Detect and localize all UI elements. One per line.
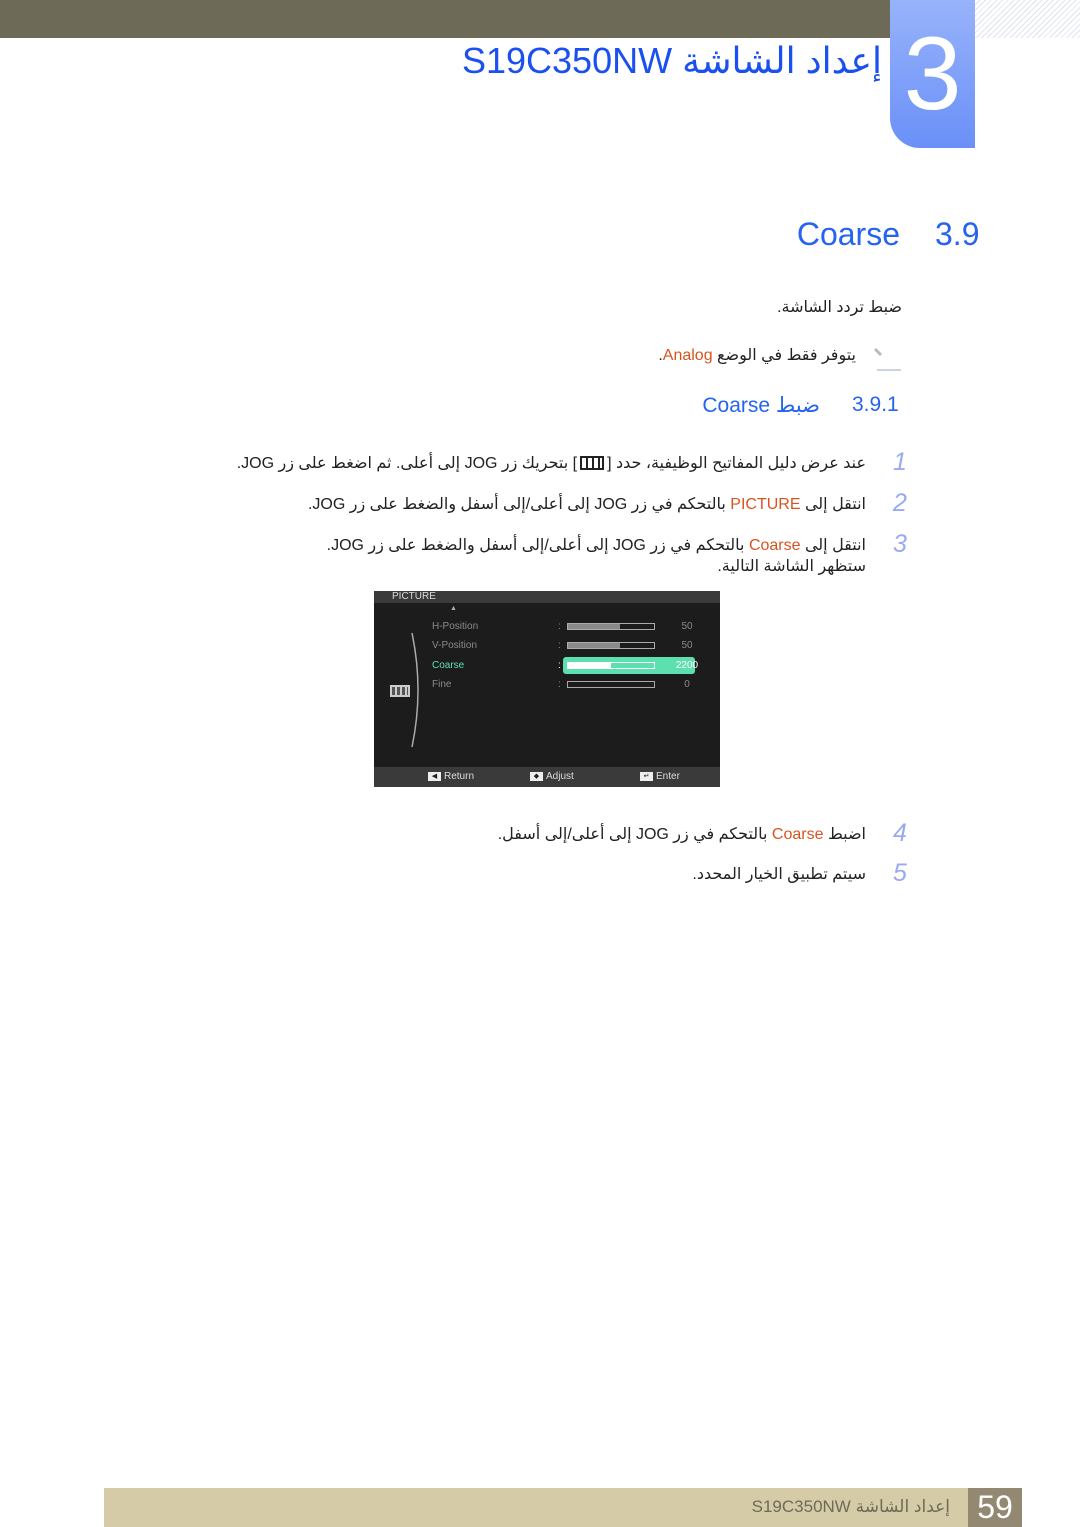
osd-label: Fine <box>432 679 452 690</box>
chapter-number: 3 <box>890 0 975 148</box>
osd-row-coarse: Coarse:2200 <box>432 657 702 675</box>
step-4: اضبط Coarse بالتحكم في زر JOG إلى أعلى/إ… <box>498 824 866 844</box>
osd-title: PICTURE <box>374 591 720 603</box>
picture-menu-icon <box>580 456 605 470</box>
osd-slider <box>567 623 655 630</box>
page-number: 59 <box>968 1488 1022 1527</box>
scroll-up-icon: ▲ <box>450 605 457 612</box>
header-hatch <box>975 0 1080 38</box>
subsection-number: 3.9.1 <box>852 393 899 416</box>
step-1: عند عرض دليل المفاتيح الوظيفية، حدد [ ] ب… <box>237 453 866 473</box>
step-highlight: PICTURE <box>730 496 801 513</box>
step-number: 1 <box>893 448 907 476</box>
subsection-title: ضبط Coarse <box>702 394 820 417</box>
osd-row-v-position: V-Position:50 <box>432 637 702 655</box>
osd-footer: ◀ Return ◆ Adjust ↵ Enter <box>374 767 720 787</box>
step-highlight: Coarse <box>771 826 824 843</box>
step-number: 2 <box>893 489 907 517</box>
return-hint: ◀ Return <box>428 771 474 782</box>
note-pencil-icon <box>873 347 901 371</box>
osd-slider <box>567 662 655 669</box>
osd-value: 50 <box>681 621 693 632</box>
step-text: ] بتحريك زر JOG إلى أعلى. ثم اضغط على زر… <box>236 455 578 472</box>
step-number: 3 <box>893 530 907 558</box>
note-before: يتوفر فقط في الوضع <box>712 347 856 364</box>
up-down-icon: ◆ <box>530 772 543 781</box>
step-5: سيتم تطبيق الخيار المحدد. <box>692 866 866 883</box>
osd-value: 2200 <box>675 660 699 671</box>
manual-page: 3 إعداد الشاشة S19C350NW 3.9 Coarse ضبط … <box>0 0 1080 1527</box>
step-3-line2: ستظهر الشاشة التالية. <box>717 558 866 575</box>
osd-row-h-position: H-Position:50 <box>432 618 702 636</box>
step-text: بالتحكم في زر JOG إلى أعلى/إلى أسفل والض… <box>326 537 749 554</box>
step-text: انتقل إلى <box>800 537 866 554</box>
osd-slider <box>567 642 655 649</box>
osd-label: H-Position <box>432 621 479 632</box>
osd-label: V-Position <box>432 640 478 651</box>
section-number: 3.9 <box>935 216 980 252</box>
osd-value: 50 <box>681 640 693 651</box>
osd-slider <box>567 681 655 688</box>
enter-hint: ↵ Enter <box>640 771 680 782</box>
step-number: 5 <box>893 859 907 887</box>
chapter-title: إعداد الشاشة S19C350NW <box>461 40 882 81</box>
osd-label: Coarse <box>432 660 465 671</box>
step-2: انتقل إلى PICTURE بالتحكم في زر JOG إلى … <box>308 494 866 514</box>
note-text: يتوفر فقط في الوضع Analog. <box>658 345 856 365</box>
osd-row-fine: Fine:0 <box>432 676 702 694</box>
step-text: اضبط <box>823 826 866 843</box>
footer-title: إعداد الشاشة S19C350NW <box>751 1497 950 1516</box>
osd-arc <box>411 632 419 748</box>
osd-value: 0 <box>684 679 690 690</box>
left-arrow-icon: ◀ <box>428 772 441 781</box>
picture-menu-icon <box>390 685 410 697</box>
section-title: Coarse <box>796 216 900 252</box>
intro-text: ضبط تردد الشاشة. <box>777 299 902 316</box>
enter-icon: ↵ <box>640 772 653 781</box>
osd-screenshot: PICTURE ▲ H-Position:50 V-Position:50 Co… <box>374 591 720 787</box>
step-text: بالتحكم في زر JOG إلى أعلى/إلى أسفل. <box>497 826 772 843</box>
header-bar <box>0 0 890 38</box>
step-text: عند عرض دليل المفاتيح الوظيفية، حدد [ <box>607 455 866 472</box>
step-highlight: Coarse <box>748 537 801 554</box>
step-text: انتقل إلى <box>800 496 866 513</box>
adjust-hint: ◆ Adjust <box>530 771 574 782</box>
step-number: 4 <box>893 819 907 847</box>
note-highlight: Analog <box>662 347 713 364</box>
step-text: بالتحكم في زر JOG إلى أعلى/إلى أسفل والض… <box>307 496 731 513</box>
step-3: انتقل إلى Coarse بالتحكم في زر JOG إلى أ… <box>327 535 866 555</box>
